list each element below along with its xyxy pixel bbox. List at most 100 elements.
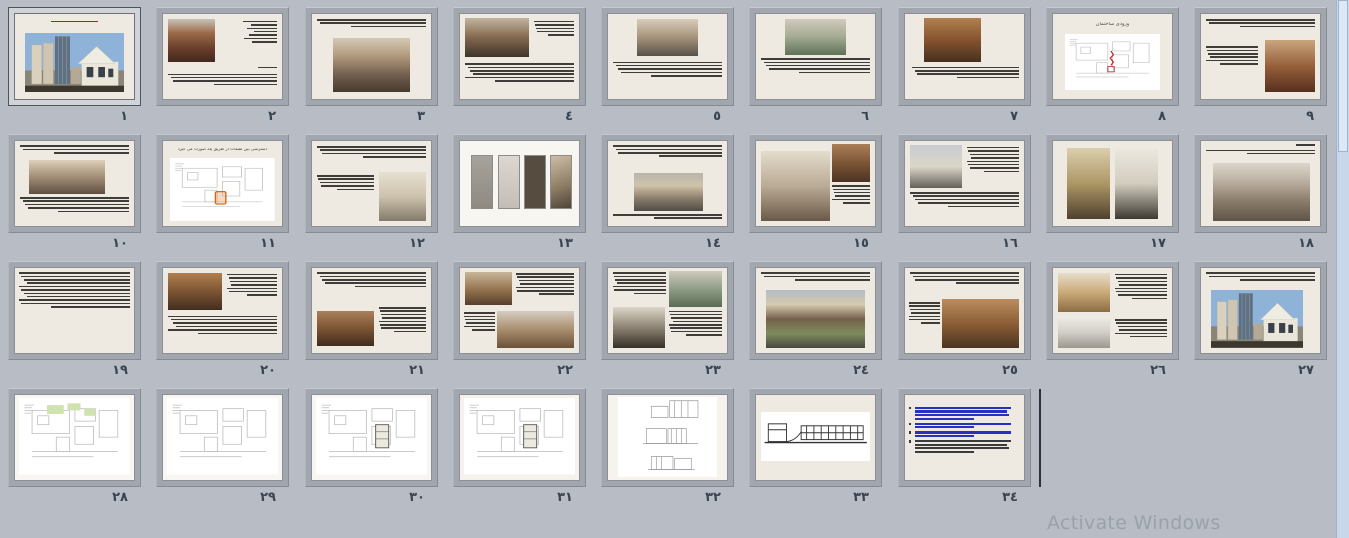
- slide-thumbnail-27[interactable]: ٢٧: [1194, 261, 1327, 360]
- text-line: [381, 327, 426, 329]
- slide-thumbnail-17[interactable]: ١٧: [1046, 134, 1179, 233]
- slide-canvas: [904, 394, 1025, 481]
- text-line: [617, 282, 667, 284]
- slide-thumbnail-22[interactable]: ٢٢: [453, 261, 586, 360]
- text-line: [843, 202, 870, 204]
- slide-thumbnail-2[interactable]: ٢: [156, 7, 289, 106]
- bullet-dot: [909, 440, 912, 443]
- slide-thumbnail-7[interactable]: ٧: [898, 7, 1031, 106]
- slide-thumbnail-12[interactable]: ١٢: [305, 134, 438, 233]
- text-line: [968, 150, 1019, 152]
- text-block: [967, 147, 1019, 174]
- text-line: [1206, 60, 1258, 62]
- slide-thumbnail-33[interactable]: ٣٣: [749, 388, 882, 487]
- text-block: [669, 311, 723, 338]
- slide-thumbnail-10[interactable]: ١٠: [8, 134, 141, 233]
- slide-photo: [761, 151, 830, 221]
- slide-thumbnail-8[interactable]: ورودی ساختمان٨: [1046, 7, 1179, 106]
- text-line: [616, 65, 723, 67]
- slide-canvas: [755, 13, 876, 100]
- bullet-list-block: [223, 21, 278, 45]
- slide-canvas: [14, 140, 135, 227]
- floor-plan-drawing: [1065, 34, 1160, 90]
- text-line: [917, 73, 1019, 75]
- slide-canvas: [904, 13, 1025, 100]
- slide-thumbnail-13[interactable]: ١٣: [453, 134, 586, 233]
- slide-thumbnail-32[interactable]: ٣٢: [601, 388, 734, 487]
- text-line: [519, 280, 574, 282]
- text-line: [956, 282, 1019, 284]
- slide-canvas: [904, 140, 1025, 227]
- text-line: [320, 276, 427, 278]
- text-line: [231, 284, 277, 286]
- slide-number: ٣٠: [409, 490, 425, 505]
- text-line: [761, 272, 870, 274]
- slide-canvas: [311, 140, 432, 227]
- slide-photo: [168, 273, 223, 310]
- scrollbar[interactable]: [1336, 0, 1349, 538]
- link-group: [915, 431, 1017, 437]
- text-line: [379, 321, 427, 323]
- text-line: [464, 316, 494, 318]
- text-block: [534, 21, 574, 38]
- slide-thumbnail-28[interactable]: ٢٨: [8, 388, 141, 487]
- slide-thumbnail-31[interactable]: ٣١: [453, 388, 586, 487]
- slide-canvas: ورودی ساختمان: [1052, 13, 1173, 100]
- scrollbar-thumb[interactable]: [1338, 0, 1348, 152]
- text-line: [948, 206, 1019, 208]
- slide-thumbnail-5[interactable]: ٥: [601, 7, 734, 106]
- slide-thumbnail-25[interactable]: ٢٥: [898, 261, 1031, 360]
- slide-thumbnail-4[interactable]: ٤: [453, 7, 586, 106]
- slide-thumbnail-29[interactable]: ٢٩: [156, 388, 289, 487]
- text-line: [27, 282, 130, 284]
- slide-thumbnail-20[interactable]: ٢٠: [156, 261, 289, 360]
- slide-number: ٨: [1158, 109, 1166, 124]
- text-line: [249, 34, 277, 36]
- text-block: [516, 273, 574, 297]
- slide-number: ٣٤: [1002, 490, 1018, 505]
- slide-thumbnail-16[interactable]: ١٦: [898, 134, 1031, 233]
- mini-plan: [524, 155, 546, 209]
- slide-thumbnail-3[interactable]: ٣: [305, 7, 438, 106]
- slide-thumbnail-9[interactable]: ٩: [1194, 7, 1327, 106]
- link-line: [915, 426, 974, 428]
- elevation-drawing: [618, 397, 718, 477]
- slide-canvas: [162, 394, 283, 481]
- slide-thumbnail-26[interactable]: ٢٦: [1046, 261, 1179, 360]
- slide-thumbnail-23[interactable]: ٢٣: [601, 261, 734, 360]
- slide-thumbnail-11[interactable]: دسترسی بین طبقات از طریق پله صورت می گیر…: [156, 134, 289, 233]
- slide-thumbnail-15[interactable]: ١٥: [749, 134, 882, 233]
- slide-thumbnail-34[interactable]: ٣٤: [898, 388, 1031, 487]
- slide-thumbnail-30[interactable]: ٣٠: [305, 388, 438, 487]
- text-line: [1296, 144, 1316, 146]
- slide-canvas: [162, 13, 283, 100]
- slide-thumbnail-1[interactable]: ١: [8, 7, 141, 106]
- slide-thumbnail-18[interactable]: ١٨: [1194, 134, 1327, 233]
- slide-photo: [669, 271, 723, 307]
- text-line: [911, 312, 940, 314]
- text-line: [670, 314, 722, 316]
- slide-thumbnail-21[interactable]: ٢١: [305, 261, 438, 360]
- text-line: [1119, 284, 1167, 286]
- text-line: [1116, 277, 1167, 279]
- text-block: [464, 312, 495, 332]
- slide-thumbnail-19[interactable]: ١٩: [8, 261, 141, 360]
- slide-thumbnail-14[interactable]: ١٤: [601, 134, 734, 233]
- slide-thumbnail-6[interactable]: ٦: [749, 7, 882, 106]
- section-drawing: [761, 412, 870, 461]
- slide-number: ١٣: [557, 236, 573, 251]
- text-line: [351, 26, 427, 28]
- slide-canvas: [459, 394, 580, 481]
- slide-number: ٣: [417, 109, 425, 124]
- text-line: [915, 199, 1019, 201]
- slide-canvas: [607, 267, 728, 354]
- slide-number: ٢٤: [853, 363, 869, 378]
- text-line: [25, 204, 129, 206]
- text-line: [970, 154, 1020, 156]
- slide-thumbnail-24[interactable]: ٢٤: [749, 261, 882, 360]
- text-line: [382, 317, 426, 319]
- text-line: [614, 289, 666, 291]
- text-line: [317, 272, 426, 274]
- text-line: [317, 175, 374, 177]
- text-line: [254, 31, 277, 33]
